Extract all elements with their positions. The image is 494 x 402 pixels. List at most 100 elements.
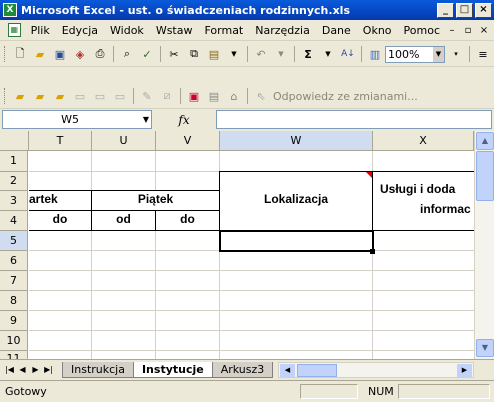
- cell-piatek[interactable]: Piątek: [92, 192, 219, 206]
- prev-sheet-icon[interactable]: ◀: [16, 363, 29, 377]
- menu-widok[interactable]: Widok: [104, 24, 150, 37]
- insert-function-icon[interactable]: fx: [152, 113, 216, 127]
- new-icon[interactable]: 🗋: [11, 45, 29, 63]
- minimize-button[interactable]: _: [437, 2, 454, 18]
- fill-handle[interactable]: [370, 249, 375, 254]
- open-icon[interactable]: ▰: [31, 45, 49, 63]
- permission-icon[interactable]: ◈: [71, 45, 89, 63]
- sort-ascending-icon[interactable]: A↓: [339, 45, 357, 63]
- next-sheet-icon[interactable]: ▶: [29, 363, 42, 377]
- column-header-v[interactable]: V: [156, 131, 220, 151]
- copy-icon[interactable]: ⧉: [185, 45, 203, 63]
- row-header[interactable]: 4: [0, 211, 28, 231]
- tab-instytucje[interactable]: Instytucje: [132, 361, 213, 378]
- close-button[interactable]: ×: [475, 2, 492, 18]
- align-icon[interactable]: ≡: [474, 45, 492, 63]
- paste-icon[interactable]: ▤: [205, 45, 223, 63]
- tab-instrukcja[interactable]: Instrukcja: [62, 361, 134, 378]
- gray-folder-icon[interactable]: ▭: [111, 87, 129, 105]
- row-header[interactable]: 7: [0, 271, 28, 291]
- maximize-button[interactable]: □: [456, 2, 473, 18]
- row-header[interactable]: 10: [0, 331, 28, 351]
- scroll-right-icon[interactable]: ▶: [457, 364, 472, 377]
- last-sheet-icon[interactable]: ▶|: [42, 363, 55, 377]
- first-sheet-icon[interactable]: |◀: [3, 363, 16, 377]
- cut-icon[interactable]: ✂: [165, 45, 183, 63]
- chevron-down-icon[interactable]: ▼: [143, 111, 149, 128]
- row-header[interactable]: 9: [0, 311, 28, 331]
- name-box[interactable]: W5 ▼: [2, 110, 152, 129]
- doc-close-button[interactable]: ×: [478, 25, 490, 36]
- reply-with-changes-button[interactable]: Odpowiedz ze zmianami...: [273, 90, 418, 103]
- scroll-up-icon[interactable]: ▲: [476, 132, 494, 150]
- row-header[interactable]: 3: [0, 191, 28, 211]
- cell-lokalizacja[interactable]: Lokalizacja: [220, 192, 372, 206]
- tab-arkusz3[interactable]: Arkusz3: [211, 361, 274, 378]
- paste-dropdown-icon[interactable]: ▼: [225, 45, 243, 63]
- column-header-x[interactable]: X: [373, 131, 474, 151]
- save-icon[interactable]: ▣: [51, 45, 69, 63]
- column-header-t[interactable]: T: [29, 131, 92, 151]
- shared-workbook-icon[interactable]: ▤: [205, 87, 223, 105]
- chevron-down-icon[interactable]: ▼: [433, 46, 444, 62]
- horizontal-scrollbar[interactable]: ◀ ▶: [278, 362, 474, 378]
- autosum-icon[interactable]: Σ: [299, 45, 317, 63]
- gray-folder-icon[interactable]: ▭: [91, 87, 109, 105]
- doc-minimize-button[interactable]: –: [446, 25, 458, 36]
- menu-format[interactable]: Format: [198, 24, 249, 37]
- scroll-down-icon[interactable]: ▼: [476, 339, 494, 357]
- column-header-u[interactable]: U: [92, 131, 156, 151]
- doc-restore-button[interactable]: ▫: [462, 25, 474, 36]
- accept-changes-icon[interactable]: ⧄: [158, 87, 176, 105]
- menu-wstaw[interactable]: Wstaw: [150, 24, 199, 37]
- excel-app-icon[interactable]: X: [3, 3, 17, 17]
- undo-icon[interactable]: ↶: [252, 45, 270, 63]
- column-header-w[interactable]: W: [220, 131, 373, 151]
- row-header[interactable]: 8: [0, 291, 28, 311]
- attachment-icon[interactable]: ⌂: [225, 87, 243, 105]
- folder-icon[interactable]: ▰: [31, 87, 49, 105]
- row-header[interactable]: 11: [0, 351, 28, 359]
- row-header[interactable]: 1: [0, 151, 28, 172]
- menu-okno[interactable]: Okno: [357, 24, 398, 37]
- print-icon[interactable]: ⎙: [91, 45, 109, 63]
- toolbar-grip[interactable]: [4, 88, 7, 104]
- row-header[interactable]: 2: [0, 172, 28, 191]
- cell-v4[interactable]: do: [156, 212, 219, 226]
- row-header[interactable]: 6: [0, 251, 28, 271]
- spelling-icon[interactable]: ✓: [138, 45, 156, 63]
- folder-icon[interactable]: ▰: [51, 87, 69, 105]
- undo-dropdown-icon[interactable]: ▼: [272, 45, 290, 63]
- scroll-thumb[interactable]: [476, 151, 494, 201]
- menu-edycja[interactable]: Edycja: [56, 24, 104, 37]
- menu-plik[interactable]: Plik: [25, 24, 56, 37]
- workbook-icon[interactable]: ▦: [8, 23, 21, 37]
- track-changes-icon[interactable]: ✎: [138, 87, 156, 105]
- chart-wizard-icon[interactable]: ▥: [366, 45, 384, 63]
- autosum-dropdown-icon[interactable]: ▼: [319, 45, 337, 63]
- row-header[interactable]: 5: [0, 231, 28, 251]
- toolbar-options-icon[interactable]: ▾: [447, 45, 465, 63]
- menu-pomoc[interactable]: Pomoc: [398, 24, 446, 37]
- active-cell-w5[interactable]: [219, 230, 374, 252]
- select-all-corner[interactable]: [0, 131, 29, 151]
- menu-dane[interactable]: Dane: [316, 24, 357, 37]
- cell-u4[interactable]: od: [92, 212, 155, 226]
- menu-narzedzia[interactable]: Narzędzia: [249, 24, 316, 37]
- formula-input[interactable]: [216, 110, 492, 129]
- toolbar-grip[interactable]: [4, 46, 7, 62]
- horizontal-scroll-thumb[interactable]: [297, 364, 337, 377]
- cell-uslugi[interactable]: Usługi i doda: [380, 182, 474, 196]
- reply-icon[interactable]: ⇖: [252, 87, 270, 105]
- gray-folder-icon[interactable]: ▭: [71, 87, 89, 105]
- zoom-select[interactable]: 100% ▼: [385, 45, 445, 63]
- comment-icon[interactable]: ▣: [185, 87, 203, 105]
- scroll-left-icon[interactable]: ◀: [280, 364, 295, 377]
- cell-t3[interactable]: artek: [29, 192, 91, 206]
- worksheet-grid[interactable]: T U V W X 1 2 3 4 5 6 7 8 9 10 11 artek …: [0, 131, 474, 359]
- print-preview-icon[interactable]: ⌕: [118, 45, 136, 63]
- cell-t4[interactable]: do: [29, 212, 91, 226]
- comment-indicator[interactable]: [366, 172, 372, 178]
- vertical-scrollbar[interactable]: ▲ ▼: [474, 131, 494, 359]
- folder-icon[interactable]: ▰: [11, 87, 29, 105]
